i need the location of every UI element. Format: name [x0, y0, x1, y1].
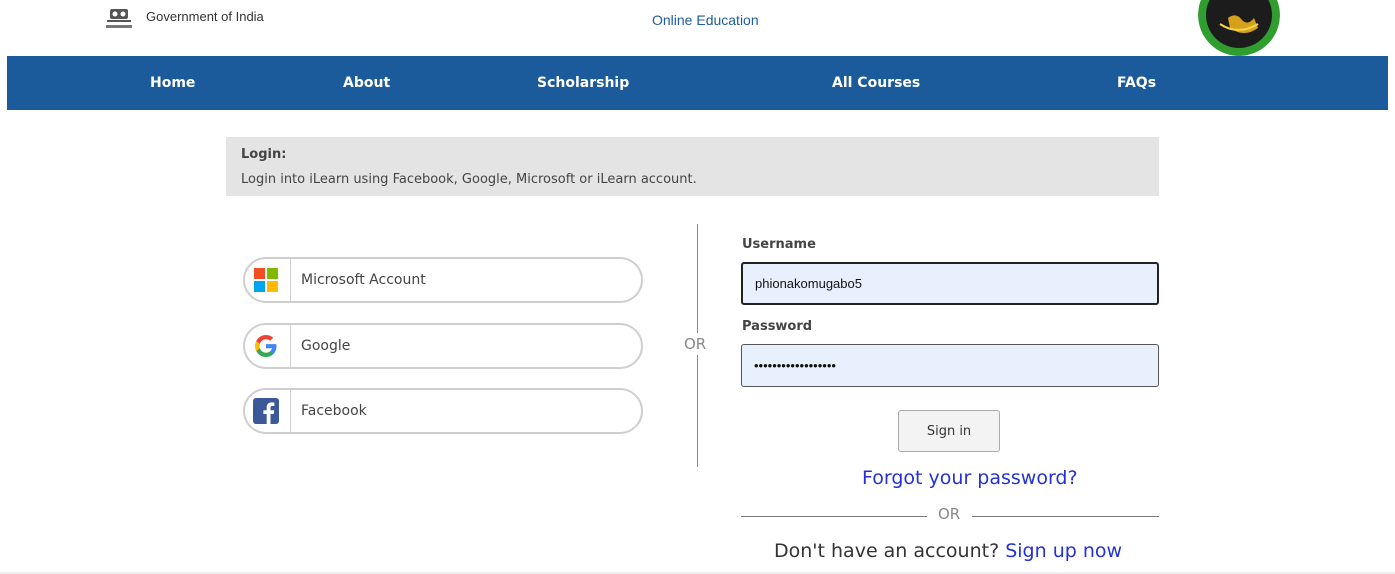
site-title[interactable]: Online Education — [652, 12, 759, 28]
main-nav: Home About Scholarship All Courses FAQs — [7, 56, 1388, 110]
ilearn-logo-icon[interactable] — [1198, 0, 1280, 56]
nav-faqs[interactable]: FAQs — [1117, 56, 1156, 110]
facebook-login-button[interactable]: Facebook — [243, 388, 643, 434]
button-divider — [290, 390, 291, 432]
nav-all-courses[interactable]: All Courses — [832, 56, 920, 110]
google-login-button[interactable]: Google — [243, 323, 643, 369]
nav-scholarship[interactable]: Scholarship — [537, 56, 629, 110]
nav-about[interactable]: About — [343, 56, 390, 110]
button-divider — [290, 259, 291, 301]
or-line-left — [741, 516, 927, 517]
or-separator: OR — [684, 333, 707, 355]
or-line-right — [972, 516, 1159, 517]
nav-home[interactable]: Home — [150, 56, 195, 110]
signup-prompt: Don't have an account? Sign up now — [774, 540, 1122, 562]
government-emblem-icon — [106, 9, 132, 28]
login-banner-subtitle: Login into iLearn using Facebook, Google… — [241, 172, 697, 187]
microsoft-logo-icon — [254, 268, 278, 292]
username-label: Username — [742, 237, 816, 252]
microsoft-login-label: Microsoft Account — [301, 272, 426, 288]
username-input[interactable] — [741, 262, 1159, 305]
google-login-label: Google — [301, 338, 351, 354]
microsoft-login-button[interactable]: Microsoft Account — [243, 257, 643, 303]
or-separator-bottom: OR — [938, 505, 961, 523]
forgot-password-link[interactable]: Forgot your password? — [862, 467, 1078, 489]
password-input[interactable] — [741, 344, 1159, 387]
facebook-logo-icon — [253, 398, 279, 424]
sign-in-button[interactable]: Sign in — [898, 410, 1000, 452]
facebook-login-label: Facebook — [301, 403, 367, 419]
password-label: Password — [742, 319, 813, 334]
login-banner: Login: Login into iLearn using Facebook,… — [226, 137, 1159, 196]
button-divider — [290, 325, 291, 367]
login-banner-title: Login: — [241, 147, 287, 162]
government-label[interactable]: Government of India — [146, 9, 264, 24]
sign-up-link[interactable]: Sign up now — [1005, 540, 1122, 562]
google-logo-icon — [255, 335, 277, 357]
top-header: Government of India Online Education — [0, 0, 1395, 56]
no-account-text: Don't have an account? — [774, 540, 1000, 562]
